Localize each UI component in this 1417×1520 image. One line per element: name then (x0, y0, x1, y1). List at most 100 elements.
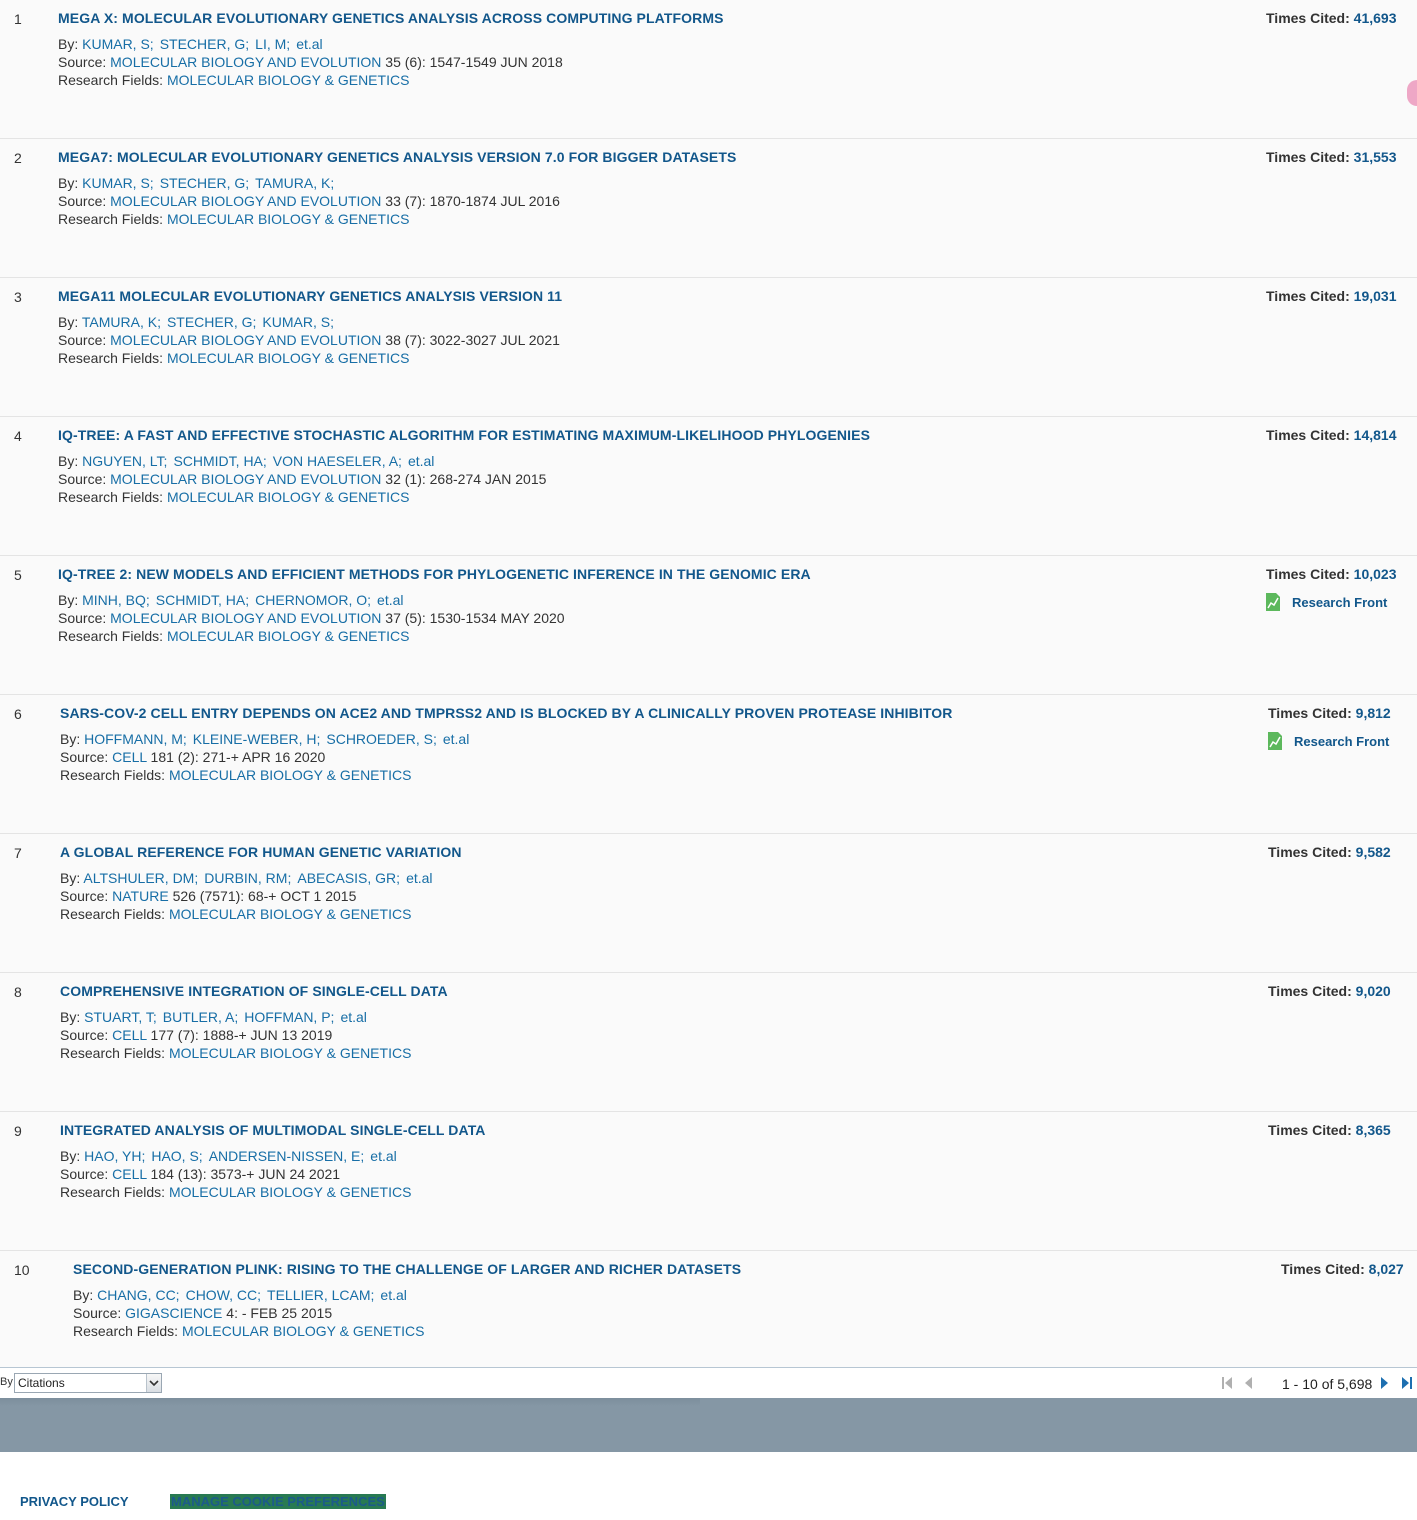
result-title-link[interactable]: IQ-TREE: A FAST AND EFFECTIVE STOCHASTIC… (58, 427, 870, 443)
author-link[interactable]: et.al (340, 1009, 366, 1025)
manage-cookie-preferences-link[interactable]: MANAGE COOKIE PREFERENCES (170, 1494, 386, 1509)
author-link[interactable]: HOFFMANN, M; (84, 731, 187, 747)
next-page-icon[interactable] (1380, 1375, 1390, 1396)
author-link[interactable]: DURBIN, RM; (204, 870, 291, 886)
chevron-down-icon[interactable] (146, 1374, 161, 1392)
result-title-link[interactable]: MEGA X: MOLECULAR EVOLUTIONARY GENETICS … (58, 10, 724, 26)
result-row: 4 IQ-TREE: A FAST AND EFFECTIVE STOCHASTI… (0, 417, 1417, 556)
first-page-icon[interactable] (1221, 1375, 1233, 1396)
author-link[interactable]: CHERNOMOR, O; (255, 592, 371, 608)
research-front-link[interactable]: Research Front (1266, 593, 1406, 611)
research-field-link[interactable]: MOLECULAR BIOLOGY & GENETICS (169, 1184, 411, 1200)
times-cited-count[interactable]: 41,693 (1354, 10, 1397, 26)
author-link[interactable]: et.al (377, 592, 403, 608)
research-front-icon (1268, 732, 1282, 750)
author-link[interactable]: KUMAR, S; (82, 175, 154, 191)
result-title-link[interactable]: COMPREHENSIVE INTEGRATION OF SINGLE-CELL… (60, 983, 448, 999)
citation-details: 38 (7): 3022-3027 JUL 2021 (385, 332, 560, 348)
times-cited-count[interactable]: 10,023 (1354, 566, 1397, 582)
times-cited-count[interactable]: 19,031 (1354, 288, 1397, 304)
author-link[interactable]: ALTSHULER, DM; (83, 870, 198, 886)
result-title-link[interactable]: A GLOBAL REFERENCE FOR HUMAN GENETIC VAR… (60, 844, 462, 860)
research-field-link[interactable]: MOLECULAR BIOLOGY & GENETICS (167, 489, 409, 505)
times-cited-count[interactable]: 31,553 (1354, 149, 1397, 165)
journal-link[interactable]: CELL (112, 1027, 147, 1043)
research-field-link[interactable]: MOLECULAR BIOLOGY & GENETICS (169, 906, 411, 922)
last-page-icon[interactable] (1401, 1375, 1413, 1396)
result-authors: By: NGUYEN, LT; SCHMIDT, HA; VON HAESELER,… (58, 452, 870, 470)
author-link[interactable]: VON HAESELER, A; (273, 453, 402, 469)
author-link[interactable]: SCHROEDER, S; (326, 731, 436, 747)
research-front-link[interactable]: Research Front (1268, 732, 1408, 750)
author-link[interactable]: et.al (380, 1287, 406, 1303)
times-cited-count[interactable]: 8,027 (1369, 1261, 1404, 1277)
author-link[interactable]: HAO, YH; (84, 1148, 145, 1164)
author-link[interactable]: KLEINE-WEBER, H; (193, 731, 321, 747)
times-cited-label: Times Cited: (1266, 427, 1350, 443)
research-field-link[interactable]: MOLECULAR BIOLOGY & GENETICS (167, 72, 409, 88)
research-field-link[interactable]: MOLECULAR BIOLOGY & GENETICS (167, 350, 409, 366)
journal-link[interactable]: MOLECULAR BIOLOGY AND EVOLUTION (110, 193, 381, 209)
result-title-link[interactable]: INTEGRATED ANALYSIS OF MULTIMODAL SINGLE… (60, 1122, 486, 1138)
result-authors: By: HAO, YH; HAO, S; ANDERSEN-NISSEN, E; et… (60, 1147, 486, 1165)
result-main: INTEGRATED ANALYSIS OF MULTIMODAL SINGLE… (60, 1122, 486, 1201)
author-link[interactable]: TAMURA, K; (82, 314, 161, 330)
journal-link[interactable]: MOLECULAR BIOLOGY AND EVOLUTION (110, 610, 381, 626)
author-link[interactable]: TELLIER, LCAM; (267, 1287, 374, 1303)
times-cited-count[interactable]: 9,582 (1356, 844, 1391, 860)
results-list: 1 MEGA X: MOLECULAR EVOLUTIONARY GENETICS… (0, 0, 1417, 1390)
research-field-link[interactable]: MOLECULAR BIOLOGY & GENETICS (182, 1323, 424, 1339)
times-cited-count[interactable]: 9,020 (1356, 983, 1391, 999)
research-field-link[interactable]: MOLECULAR BIOLOGY & GENETICS (167, 628, 409, 644)
author-link[interactable]: STECHER, G; (160, 36, 249, 52)
author-link[interactable]: et.al (408, 453, 434, 469)
author-link[interactable]: STUART, T; (84, 1009, 157, 1025)
author-link[interactable]: ANDERSEN-NISSEN, E; (209, 1148, 365, 1164)
journal-link[interactable]: CELL (112, 749, 147, 765)
by-label: By: (58, 314, 79, 330)
author-link[interactable]: MINH, BQ; (82, 592, 150, 608)
result-title-link[interactable]: SECOND-GENERATION PLINK: RISING TO THE C… (73, 1261, 741, 1277)
author-link[interactable]: CHOW, CC; (186, 1287, 261, 1303)
research-field-link[interactable]: MOLECULAR BIOLOGY & GENETICS (169, 1045, 411, 1061)
journal-link[interactable]: NATURE (112, 888, 169, 904)
result-title-link[interactable]: IQ-TREE 2: NEW MODELS AND EFFICIENT METH… (58, 566, 811, 582)
author-link[interactable]: et.al (443, 731, 469, 747)
author-link[interactable]: LI, M; (255, 36, 290, 52)
research-field-link[interactable]: MOLECULAR BIOLOGY & GENETICS (169, 767, 411, 783)
journal-link[interactable]: CELL (112, 1166, 147, 1182)
author-link[interactable]: KUMAR, S; (262, 314, 334, 330)
author-link[interactable]: TAMURA, K; (255, 175, 334, 191)
result-rank: 8 (14, 984, 22, 1000)
times-cited-count[interactable]: 9,812 (1356, 705, 1391, 721)
times-cited-count[interactable]: 8,365 (1356, 1122, 1391, 1138)
author-link[interactable]: NGUYEN, LT; (82, 453, 167, 469)
author-link[interactable]: ABECASIS, GR; (297, 870, 400, 886)
previous-page-icon[interactable] (1243, 1375, 1253, 1396)
journal-link[interactable]: GIGASCIENCE (125, 1305, 222, 1321)
author-link[interactable]: STECHER, G; (167, 314, 256, 330)
scroll-marker[interactable] (1407, 80, 1417, 106)
author-link[interactable]: STECHER, G; (160, 175, 249, 191)
author-link[interactable]: SCHMIDT, HA; (156, 592, 249, 608)
sort-select[interactable]: Citations (14, 1373, 162, 1393)
journal-link[interactable]: MOLECULAR BIOLOGY AND EVOLUTION (110, 471, 381, 487)
author-link[interactable]: et.al (406, 870, 432, 886)
author-link[interactable]: HAO, S; (151, 1148, 202, 1164)
author-link[interactable]: KUMAR, S; (82, 36, 154, 52)
result-title-link[interactable]: SARS-COV-2 CELL ENTRY DEPENDS ON ACE2 AN… (60, 705, 952, 721)
author-link[interactable]: et.al (296, 36, 322, 52)
author-link[interactable]: et.al (370, 1148, 396, 1164)
author-link[interactable]: BUTLER, A; (163, 1009, 238, 1025)
research-field-link[interactable]: MOLECULAR BIOLOGY & GENETICS (167, 211, 409, 227)
times-cited-label: Times Cited: (1268, 983, 1352, 999)
journal-link[interactable]: MOLECULAR BIOLOGY AND EVOLUTION (110, 54, 381, 70)
times-cited-count[interactable]: 14,814 (1354, 427, 1397, 443)
result-title-link[interactable]: MEGA7: MOLECULAR EVOLUTIONARY GENETICS A… (58, 149, 736, 165)
journal-link[interactable]: MOLECULAR BIOLOGY AND EVOLUTION (110, 332, 381, 348)
author-link[interactable]: HOFFMAN, P; (244, 1009, 334, 1025)
privacy-policy-link[interactable]: PRIVACY POLICY (20, 1494, 129, 1509)
author-link[interactable]: SCHMIDT, HA; (173, 453, 266, 469)
author-link[interactable]: CHANG, CC; (97, 1287, 179, 1303)
result-title-link[interactable]: MEGA11 MOLECULAR EVOLUTIONARY GENETICS A… (58, 288, 562, 304)
